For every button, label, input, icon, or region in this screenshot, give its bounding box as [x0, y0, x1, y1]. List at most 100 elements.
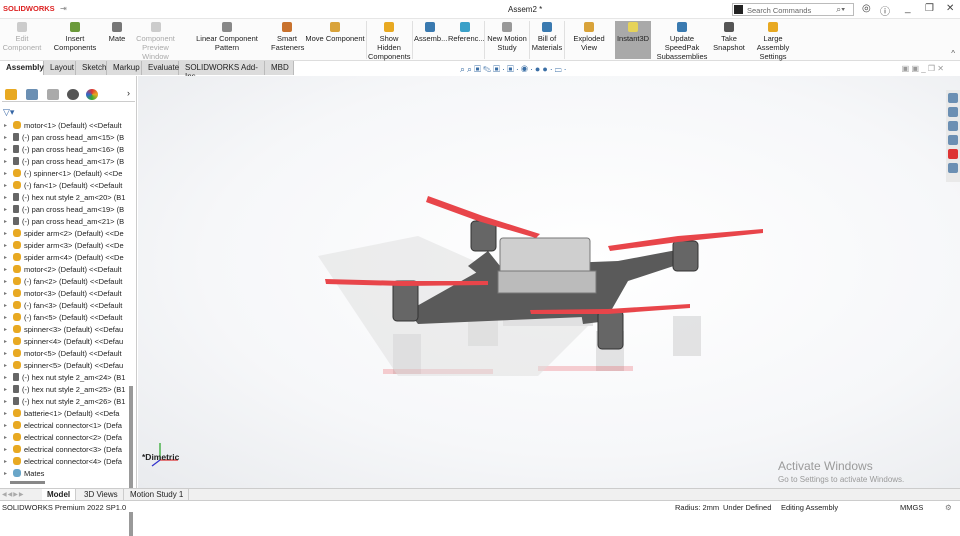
expand-arrow-icon[interactable]: ▸	[4, 348, 7, 360]
tab-mbd[interactable]: MBD	[265, 61, 294, 75]
mate-button[interactable]: Mate	[107, 21, 127, 59]
component-preview-window-button[interactable]: Component Preview Window	[128, 21, 183, 61]
expand-arrow-icon[interactable]: ▸	[4, 252, 7, 264]
vertical-scrollbar[interactable]	[129, 386, 133, 536]
settings-icon[interactable]: ⚙	[945, 503, 952, 512]
expand-arrow-icon[interactable]: ▸	[4, 408, 7, 420]
tree-item[interactable]: ▸ electrical connector<4> (Defa	[0, 456, 130, 468]
expand-arrow-icon[interactable]: ▸	[4, 468, 7, 480]
linear-component-pattern-button[interactable]: Linear Component Pattern	[185, 21, 269, 59]
solidworks-logo[interactable]: SOLIDWORKS	[3, 4, 55, 13]
expand-arrow-icon[interactable]: ▸	[4, 444, 7, 456]
tree-item[interactable]: ▸ (-) pan cross head_am<21> (B	[0, 216, 130, 228]
tree-item[interactable]: ▸ (-) spinner<1> (Default) <<De	[0, 168, 130, 180]
help-icon[interactable]: ⓘ	[880, 3, 890, 18]
bill-of-materials-button[interactable]: Bill of Materials	[531, 21, 563, 59]
reference-geometry-button[interactable]: Referenc...	[448, 21, 485, 59]
tab-assembly[interactable]: Assembly	[0, 61, 44, 75]
expand-arrow-icon[interactable]: ▸	[4, 396, 7, 408]
graphics-area[interactable]: ⌕⌕▣✎▣·▣·◉·●●·▭· ▣ ▣ _ ❐ ✕ *Dimetric Acti…	[138, 64, 960, 488]
expand-arrow-icon[interactable]: ▸	[4, 168, 7, 180]
expand-arrow-icon[interactable]: ▸	[4, 180, 7, 192]
tab-solidworks-add-ins[interactable]: SOLIDWORKS Add-Ins	[179, 61, 265, 81]
tab-markup[interactable]: Markup	[107, 61, 142, 75]
tab-navigation-arrows[interactable]: ◀◀▶▶	[2, 491, 24, 498]
tree-item[interactable]: ▸ (-) fan<2> (Default) <<Default	[0, 276, 130, 288]
tree-item[interactable]: ▸ Mates	[0, 468, 130, 480]
minimize-button[interactable]: _	[905, 3, 911, 14]
heads-up-view-toolbar[interactable]: ⌕⌕▣✎▣·▣·◉·●●·▭·	[460, 64, 569, 75]
close-button[interactable]: ✕	[946, 3, 954, 14]
viewport-window-controls[interactable]: ▣ ▣ _ ❐ ✕	[902, 64, 944, 73]
units-selector[interactable]: MMGS	[900, 503, 923, 512]
tree-item[interactable]: ▸ spinner<4> (Default) <<Defau	[0, 336, 130, 348]
take-snapshot-button[interactable]: Take Snapshot	[713, 21, 745, 59]
assembly-features-button[interactable]: Assemb...	[414, 21, 447, 59]
property-manager-tab-icon[interactable]	[26, 89, 38, 100]
tab-sketch[interactable]: Sketch	[76, 61, 107, 75]
expand-arrow-icon[interactable]: ▸	[4, 372, 7, 384]
smart-fasteners-button[interactable]: Smart Fasteners	[271, 21, 304, 59]
tree-item[interactable]: ▸ motor<5> (Default) <<Default	[0, 348, 130, 360]
user-icon[interactable]: ◎	[862, 3, 871, 14]
insert-components-button[interactable]: Insert Components	[44, 21, 106, 59]
filter-icon[interactable]: ▽▾	[3, 107, 14, 118]
tree-item[interactable]: ▸ (-) pan cross head_am<17> (B	[0, 156, 130, 168]
expand-arrow-icon[interactable]: ▸	[4, 324, 7, 336]
expand-arrow-icon[interactable]: ▸	[4, 144, 7, 156]
collapse-ribbon-icon[interactable]: ^	[951, 49, 955, 58]
expand-arrow-icon[interactable]: ▸	[4, 288, 7, 300]
expand-arrow-icon[interactable]: ▸	[4, 132, 7, 144]
large-assembly-settings-button[interactable]: Large Assembly Settings	[747, 21, 799, 61]
tree-item[interactable]: ▸ (-) hex nut style 2_am<24> (B1	[0, 372, 130, 384]
chevron-right-icon[interactable]: ›	[127, 88, 130, 98]
tree-item[interactable]: ▸ spinner<5> (Default) <<Defau	[0, 360, 130, 372]
tree-item[interactable]: ▸ electrical connector<1> (Defa	[0, 420, 130, 432]
expand-arrow-icon[interactable]: ▸	[4, 156, 7, 168]
expand-arrow-icon[interactable]: ▸	[4, 216, 7, 228]
expand-arrow-icon[interactable]: ▸	[4, 360, 7, 372]
edit-component-button[interactable]: Edit Component	[2, 21, 42, 59]
tree-item[interactable]: ▸ (-) fan<1> (Default) <<Default	[0, 180, 130, 192]
expand-arrow-icon[interactable]: ▸	[4, 456, 7, 468]
expand-arrow-icon[interactable]: ▸	[4, 276, 7, 288]
feature-manager-tab-icon[interactable]	[5, 89, 17, 100]
expand-arrow-icon[interactable]: ▸	[4, 192, 7, 204]
tree-item[interactable]: ▸ (-) hex nut style 2_am<25> (B1	[0, 384, 130, 396]
exploded-view-button[interactable]: Exploded View	[566, 21, 612, 59]
tree-item[interactable]: ▸ motor<1> (Default) <<Default	[0, 120, 130, 132]
new-motion-study-button[interactable]: New Motion Study	[486, 21, 528, 59]
expand-arrow-icon[interactable]: ▸	[4, 228, 7, 240]
tree-item[interactable]: ▸ electrical connector<3> (Defa	[0, 444, 130, 456]
update-speedpak-button[interactable]: Update SpeedPak Subassemblies	[653, 21, 711, 61]
expand-arrow-icon[interactable]: ▸	[4, 420, 7, 432]
tree-item[interactable]: ▸ batterie<1> (Default) <<Defa	[0, 408, 130, 420]
tree-item[interactable]: ▸ motor<2> (Default) <<Default	[0, 264, 130, 276]
expand-arrow-icon[interactable]: ▸	[4, 300, 7, 312]
move-component-button[interactable]: Move Component	[305, 21, 365, 59]
expand-arrow-icon[interactable]: ▸	[4, 204, 7, 216]
configuration-manager-tab-icon[interactable]	[47, 89, 59, 100]
expand-arrow-icon[interactable]: ▸	[4, 312, 7, 324]
expand-arrow-icon[interactable]: ▸	[4, 120, 7, 132]
tree-item[interactable]: ▸ (-) pan cross head_am<16> (B	[0, 144, 130, 156]
tree-item[interactable]: ▸ (-) hex nut style 2_am<26> (B1	[0, 396, 130, 408]
tree-item[interactable]: ▸ motor<3> (Default) <<Default	[0, 288, 130, 300]
search-icon[interactable]: ⌕▾	[836, 4, 845, 15]
instant3d-button[interactable]: Instant3D	[615, 21, 651, 59]
show-hidden-components-button[interactable]: Show Hidden Components	[368, 21, 411, 61]
expand-arrow-icon[interactable]: ▸	[4, 264, 7, 276]
tree-item[interactable]: ▸ spinner<3> (Default) <<Defau	[0, 324, 130, 336]
restore-button[interactable]: ❐	[925, 3, 934, 14]
expand-arrow-icon[interactable]: ▸	[4, 336, 7, 348]
tree-item[interactable]: ▸ spider arm<4> (Default) <<De	[0, 252, 130, 264]
tree-item[interactable]: ▸ (-) hex nut style 2_am<20> (B1	[0, 192, 130, 204]
expand-arrow-icon[interactable]: ▸	[4, 384, 7, 396]
tree-item[interactable]: ▸ (-) pan cross head_am<15> (B	[0, 132, 130, 144]
tab-layout[interactable]: Layout	[44, 61, 76, 75]
tree-item[interactable]: ▸ spider arm<2> (Default) <<De	[0, 228, 130, 240]
pin-icon[interactable]: ⇥	[60, 4, 67, 13]
tree-item[interactable]: ▸ (-) pan cross head_am<19> (B	[0, 204, 130, 216]
horizontal-scrollbar[interactable]	[10, 481, 45, 484]
expand-arrow-icon[interactable]: ▸	[4, 240, 7, 252]
